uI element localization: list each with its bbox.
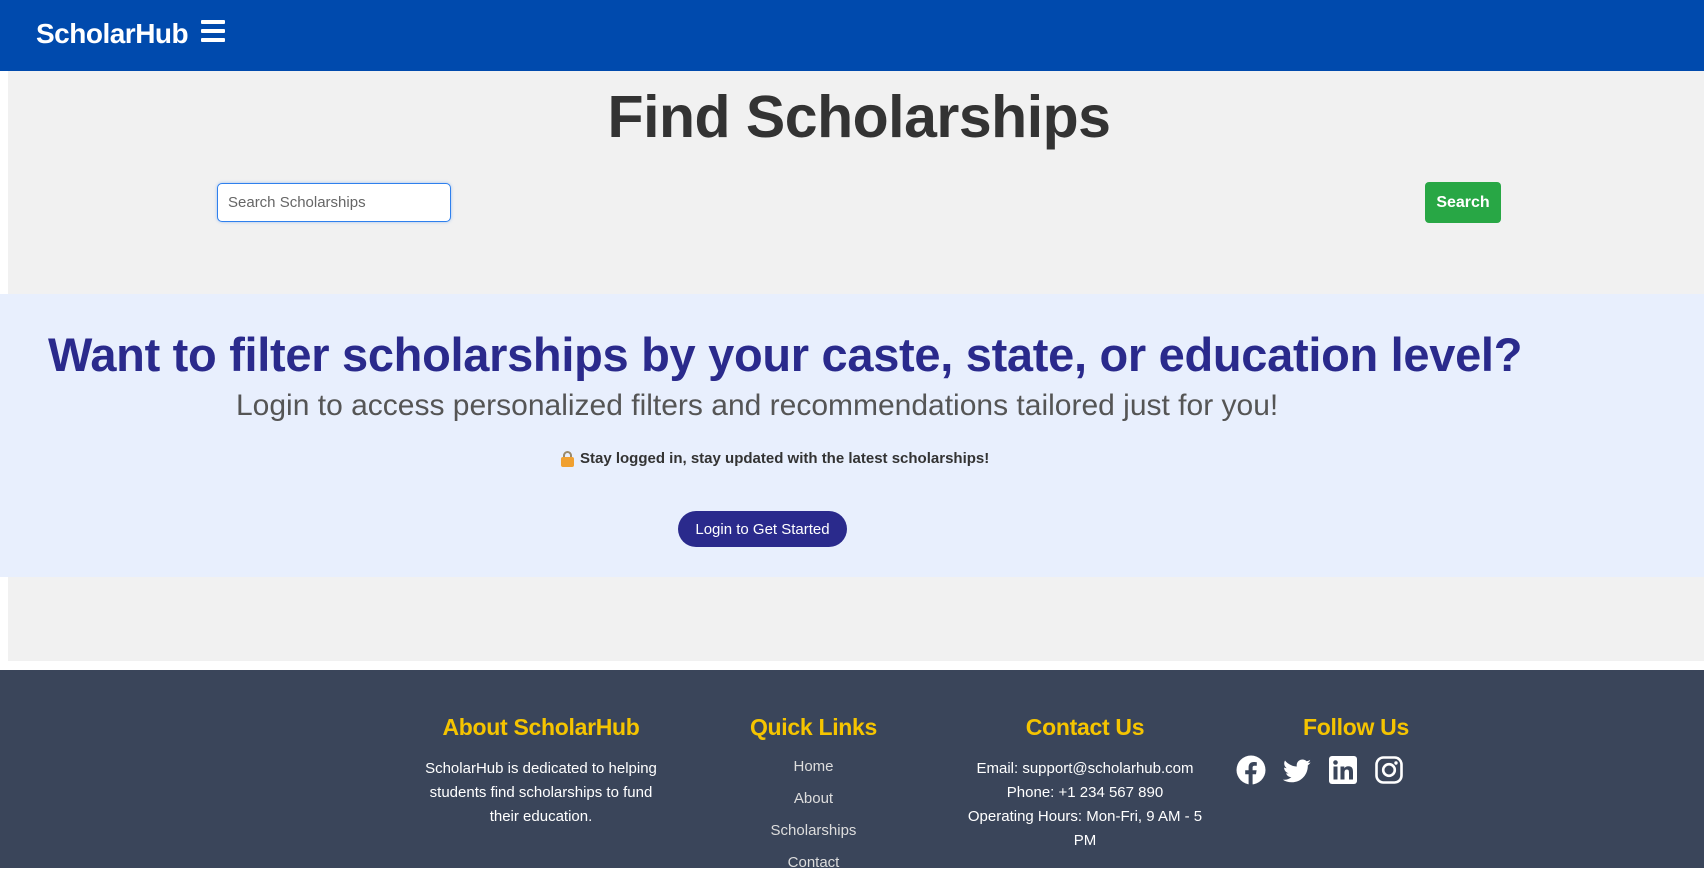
footer-about: About ScholarHub ScholarHub is dedicated… — [420, 714, 662, 829]
top-navbar: ScholarHub — [0, 0, 1704, 71]
search-button[interactable]: Search — [1425, 182, 1501, 223]
footer-follow: Follow Us — [1228, 714, 1484, 785]
contact-phone: Phone: +1 234 567 890 — [1006, 784, 1164, 801]
instagram-icon[interactable] — [1374, 755, 1404, 785]
brand-logo[interactable]: ScholarHub — [36, 18, 189, 50]
footer-about-text: ScholarHub is dedicated to helping stude… — [425, 760, 657, 825]
footer-link-contact[interactable]: Contact — [700, 853, 927, 873]
linkedin-icon[interactable] — [1328, 755, 1358, 785]
footer-about-title: About ScholarHub — [442, 714, 640, 740]
footer-links-title: Quick Links — [749, 714, 878, 740]
promo-heading: Want to filter scholarships by your cast… — [48, 328, 1523, 381]
footer-link-about[interactable]: About — [700, 789, 927, 809]
promo-note: Stay logged in, stay updated with the la… — [561, 450, 989, 467]
footer-follow-title: Follow Us — [1303, 714, 1409, 740]
footer-link-scholarships[interactable]: Scholarships — [700, 821, 927, 841]
footer-quick-links: Quick Links Home About Scholarships Cont… — [700, 714, 927, 885]
hamburger-icon[interactable] — [201, 20, 225, 42]
footer-link-home[interactable]: Home — [700, 757, 927, 777]
promo-note-text: Stay logged in, stay updated with the la… — [580, 450, 990, 467]
promo-subheading: Login to access personalized filters and… — [236, 389, 1279, 422]
social-links — [1228, 755, 1484, 785]
contact-email: Email: support@scholarhub.com — [976, 760, 1194, 777]
facebook-icon[interactable] — [1236, 755, 1266, 785]
lock-icon — [561, 450, 574, 467]
twitter-icon[interactable] — [1282, 755, 1312, 785]
login-button[interactable]: Login to Get Started — [678, 511, 847, 547]
search-input[interactable] — [217, 183, 451, 222]
footer-contact: Contact Us Email: support@scholarhub.com… — [960, 714, 1210, 853]
page-title: Find Scholarships — [607, 84, 1111, 150]
contact-hours: Operating Hours: Mon-Fri, 9 AM - 5 PM — [967, 808, 1203, 849]
footer-contact-title: Contact Us — [1025, 714, 1145, 740]
